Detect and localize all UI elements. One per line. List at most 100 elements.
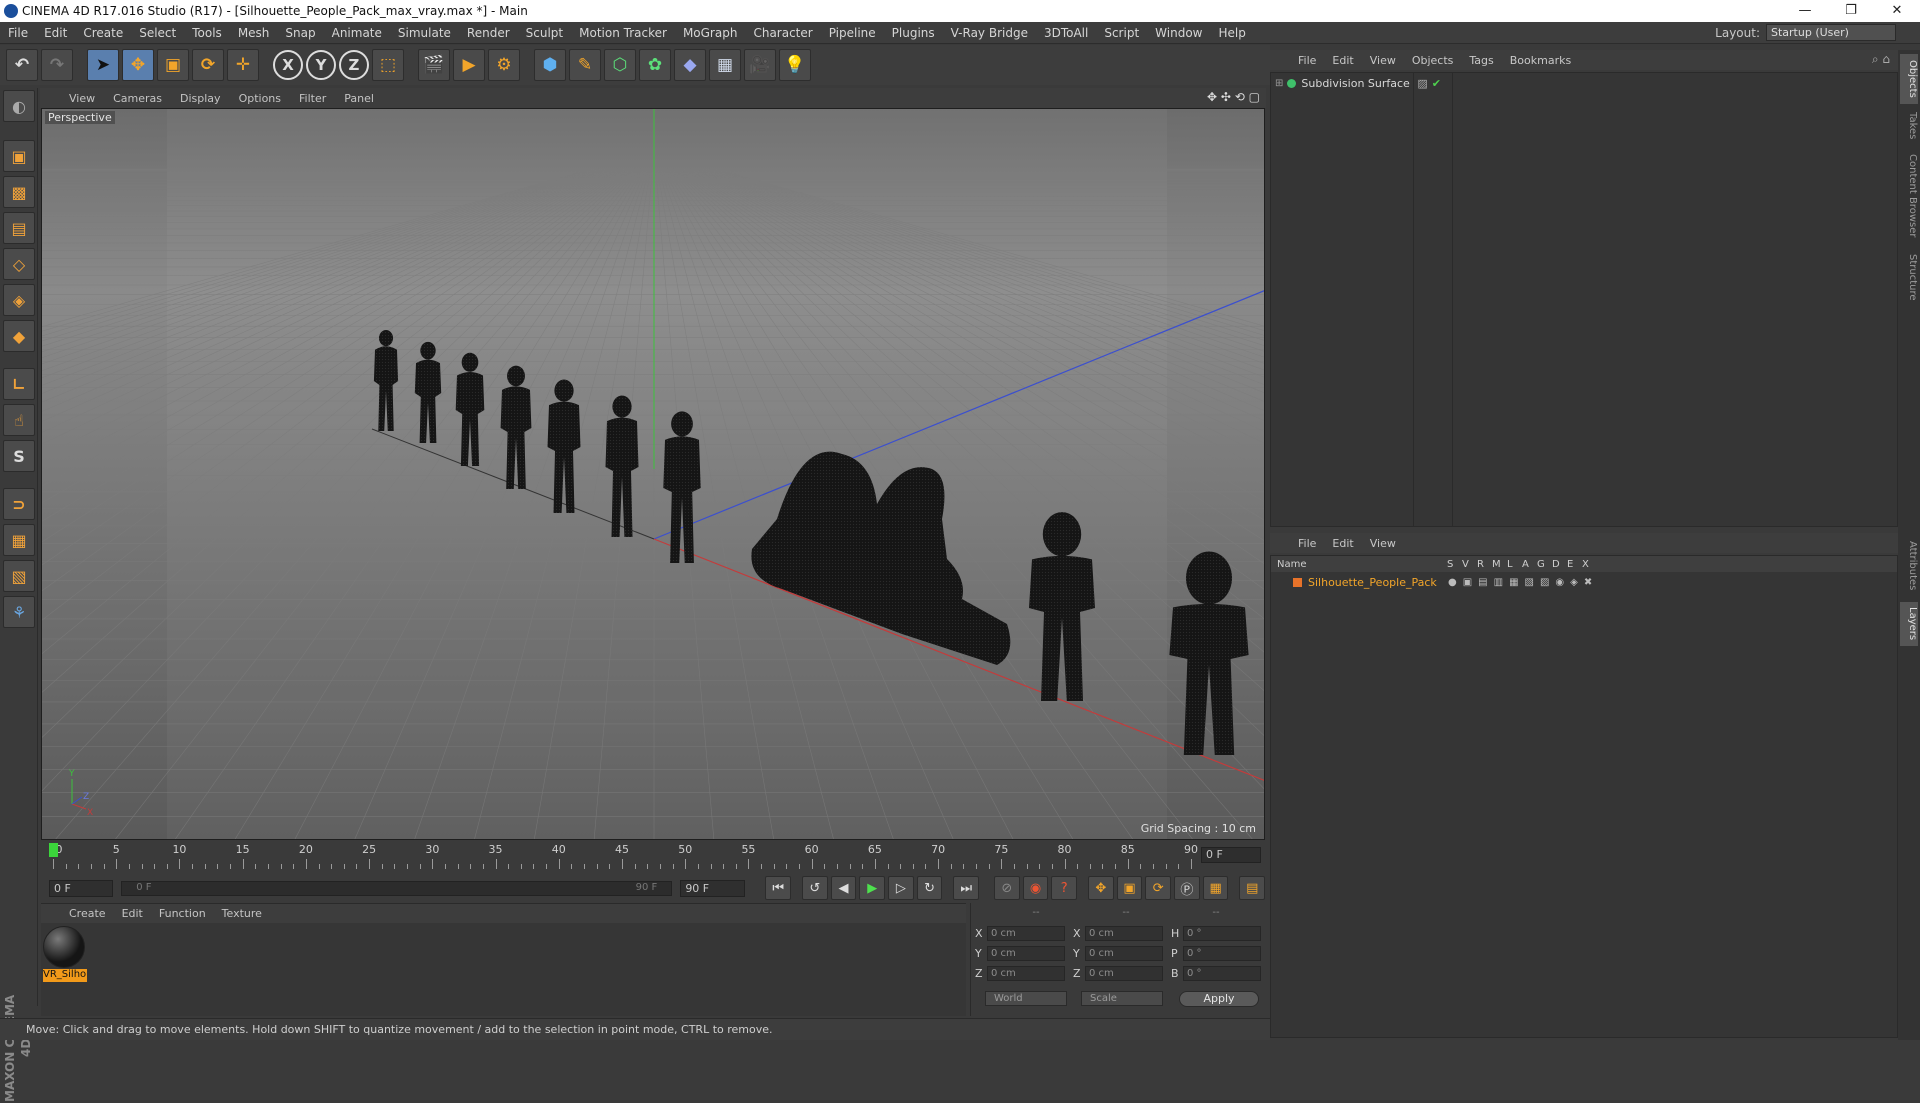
menu-vray-bridge[interactable]: V-Ray Bridge xyxy=(943,26,1036,40)
render-picture-viewer-icon[interactable]: ▶ xyxy=(453,49,485,81)
y-axis-lock-button[interactable]: Y xyxy=(306,50,336,80)
layer-color-swatch[interactable] xyxy=(1293,577,1302,587)
menu-3dtoall[interactable]: 3DToAll xyxy=(1036,26,1096,40)
layer-column-l[interactable]: L xyxy=(1507,559,1518,570)
viewport-menu-view[interactable]: View xyxy=(60,92,104,105)
close-button[interactable]: ✕ xyxy=(1874,0,1920,22)
layer-row[interactable]: Silhouette_People_Pack ●▣▤▥▦▧▨◉◈✖ xyxy=(1271,574,1897,590)
side-tab-objects[interactable]: Objects xyxy=(1900,54,1918,104)
axis-mode-icon[interactable]: ∟ xyxy=(3,368,35,400)
undo-icon[interactable]: ↶ xyxy=(6,49,38,81)
previous-frame-icon[interactable]: ◀ xyxy=(830,876,857,900)
preview-range-slider[interactable]: 0 F 90 F xyxy=(121,880,673,896)
coordinate-space-dropdown[interactable]: World xyxy=(985,991,1067,1006)
material-menu-edit[interactable]: Edit xyxy=(114,907,151,920)
menu-window[interactable]: Window xyxy=(1147,26,1210,40)
layer-column-e[interactable]: E xyxy=(1567,559,1578,570)
viewport-menu-cameras[interactable]: Cameras xyxy=(104,92,171,105)
python-icon[interactable]: ⚘ xyxy=(3,596,35,628)
size-z-field[interactable]: 0 cm xyxy=(1085,966,1163,981)
live-selection-icon[interactable]: ✛ xyxy=(227,49,259,81)
menu-file[interactable]: File xyxy=(0,26,36,40)
key-point-level-icon[interactable]: ▦ xyxy=(1202,876,1229,900)
magnet-icon[interactable]: ⊃ xyxy=(3,488,35,520)
menu-pipeline[interactable]: Pipeline xyxy=(821,26,884,40)
spline-pen-icon[interactable]: ✎ xyxy=(569,49,601,81)
side-tab-layers[interactable]: Layers xyxy=(1900,602,1918,646)
current-frame-marker[interactable] xyxy=(49,843,58,857)
workplane-lock-icon[interactable]: ▦ xyxy=(3,524,35,556)
position-z-field[interactable]: 0 cm xyxy=(987,966,1065,981)
layer-column-s[interactable]: S xyxy=(1447,559,1458,570)
layers-menu-file[interactable]: File xyxy=(1290,537,1324,550)
timeline-current-frame-field[interactable]: 0 F xyxy=(1201,847,1261,863)
deformer-icon[interactable]: ◆ xyxy=(674,49,706,81)
objects-menu-view[interactable]: View xyxy=(1362,54,1404,67)
rotate-tool-icon[interactable]: ⟳ xyxy=(192,49,224,81)
go-to-end-icon[interactable]: ⏭ xyxy=(953,876,980,900)
menu-tools[interactable]: Tools xyxy=(184,26,230,40)
x-axis-lock-button[interactable]: X xyxy=(273,50,303,80)
floor-icon[interactable]: ▦ xyxy=(709,49,741,81)
camera-icon[interactable]: 🎥 xyxy=(744,49,776,81)
next-frame-icon[interactable]: ▷ xyxy=(888,876,914,900)
layer-tag-icon[interactable]: ▨ xyxy=(1417,77,1427,90)
scale-tool-icon[interactable]: ▣ xyxy=(157,49,189,81)
menu-snap[interactable]: Snap xyxy=(277,26,323,40)
material-menu-create[interactable]: Create xyxy=(61,907,114,920)
polygons-mode-icon[interactable]: ◆ xyxy=(3,320,35,352)
tweak-mode-icon[interactable]: ☝ xyxy=(3,404,35,436)
viewport-menu-filter[interactable]: Filter xyxy=(290,92,335,105)
key-parameter-icon[interactable]: Ⓟ xyxy=(1174,876,1200,900)
objects-menu-bookmarks[interactable]: Bookmarks xyxy=(1502,54,1579,67)
play-forward-icon[interactable]: ▶ xyxy=(859,876,886,900)
layer-column-x[interactable]: X xyxy=(1582,559,1593,570)
position-y-field[interactable]: 0 cm xyxy=(987,946,1065,961)
menu-create[interactable]: Create xyxy=(75,26,131,40)
timeline-window-icon[interactable]: ▤ xyxy=(1239,876,1266,900)
timeline-ruler[interactable]: 0 5 10 15 20 25 30 35 40 45 50 55 60 65 70 75 80 85 90 0 F xyxy=(41,841,1265,873)
rotation-p-field[interactable]: 0 ° xyxy=(1183,946,1261,961)
texture-mode-icon[interactable]: ▩ xyxy=(3,176,35,208)
viewport-navigation-icons[interactable]: ✥ ✣ ⟲ ▢ xyxy=(1207,90,1260,104)
menu-animate[interactable]: Animate xyxy=(324,26,390,40)
menu-mograph[interactable]: MoGraph xyxy=(675,26,746,40)
frame-ruler[interactable]: 0 5 10 15 20 25 30 35 40 45 50 55 60 65 70 75 80 85 90 xyxy=(51,843,1201,869)
objects-menu-file[interactable]: File xyxy=(1290,54,1324,67)
menu-character[interactable]: Character xyxy=(745,26,820,40)
layout-dropdown[interactable]: Startup (User) xyxy=(1766,24,1896,41)
object-row-subdivision-surface[interactable]: ⊞ Subdivision Surface ▨ ✔ xyxy=(1271,75,1897,91)
render-view-icon[interactable]: 🎬 xyxy=(418,49,450,81)
minimize-button[interactable]: — xyxy=(1782,0,1828,22)
apply-button[interactable]: Apply xyxy=(1179,991,1259,1007)
size-y-field[interactable]: 0 cm xyxy=(1085,946,1163,961)
record-keys-disabled-icon[interactable]: ⊘ xyxy=(993,876,1020,900)
edges-mode-icon[interactable]: ◈ xyxy=(3,284,35,316)
objects-menu-edit[interactable]: Edit xyxy=(1324,54,1361,67)
object-manager-search-icon[interactable]: ⌕ ⌂ xyxy=(1872,52,1890,67)
material-menu-function[interactable]: Function xyxy=(151,907,214,920)
layer-column-r[interactable]: R xyxy=(1477,559,1488,570)
layer-column-v[interactable]: V xyxy=(1462,559,1473,570)
redo-icon[interactable]: ↷ xyxy=(41,49,73,81)
layer-column-a[interactable]: A xyxy=(1522,559,1533,570)
key-position-icon[interactable]: ✥ xyxy=(1087,876,1114,900)
record-active-objects-icon[interactable]: ◉ xyxy=(1022,876,1049,900)
menu-plugins[interactable]: Plugins xyxy=(884,26,943,40)
viewport-menu-options[interactable]: Options xyxy=(230,92,290,105)
menu-edit[interactable]: Edit xyxy=(36,26,75,40)
menu-select[interactable]: Select xyxy=(131,26,184,40)
layer-column-d[interactable]: D xyxy=(1552,559,1563,570)
objects-menu-objects[interactable]: Objects xyxy=(1404,54,1462,67)
object-name[interactable]: Subdivision Surface xyxy=(1301,77,1411,90)
enabled-check-icon[interactable]: ✔ xyxy=(1432,77,1441,90)
perspective-viewport[interactable]: Y X Z Perspective Grid Spacing : 10 cm xyxy=(41,108,1265,840)
cube-primitive-icon[interactable]: ⬢ xyxy=(534,49,566,81)
light-icon[interactable]: 💡 xyxy=(779,49,811,81)
size-mode-dropdown[interactable]: Scale xyxy=(1081,991,1163,1006)
layers-menu-view[interactable]: View xyxy=(1362,537,1404,550)
menu-render[interactable]: Render xyxy=(459,26,518,40)
side-tab-structure[interactable]: Structure xyxy=(1900,248,1918,306)
model-mode-icon[interactable]: ▣ xyxy=(3,140,35,172)
viewport-menu-panel[interactable]: Panel xyxy=(335,92,383,105)
